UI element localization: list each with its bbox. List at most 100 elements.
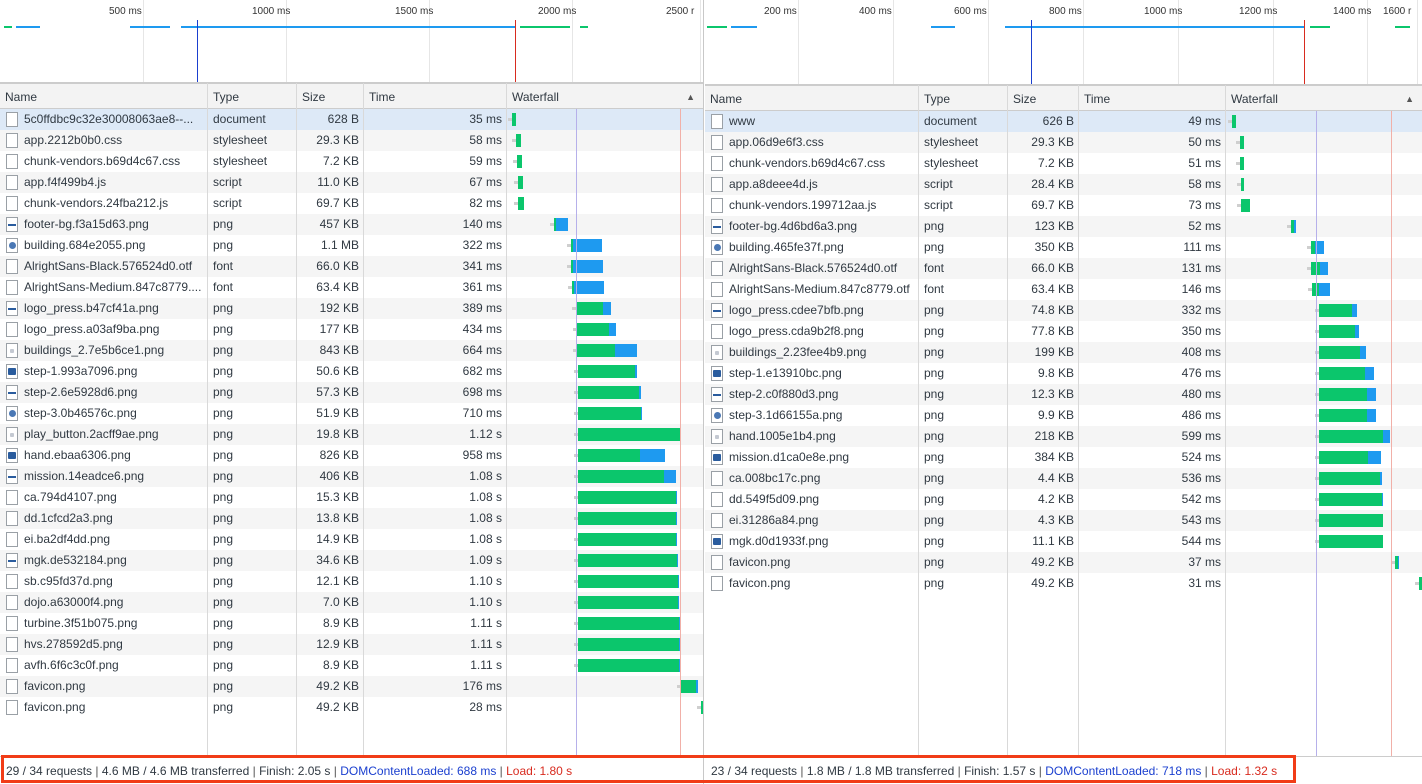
- request-row[interactable]: app.2212b0b0.css stylesheet 29.3 KB 58 ms: [0, 130, 703, 151]
- request-row[interactable]: mgk.de532184.png png 34.6 KB 1.09 s: [0, 550, 703, 571]
- waterfall-bar[interactable]: [572, 302, 611, 315]
- waterfall-bar[interactable]: [574, 386, 641, 399]
- waterfall-bar[interactable]: [514, 176, 523, 189]
- request-row[interactable]: AlrightSans-Medium.847c8779.... font 63.4 …: [0, 277, 703, 298]
- request-row[interactable]: step-3.1d66155a.png png 9.9 KB 486 ms: [705, 405, 1422, 426]
- request-row[interactable]: logo_press.cdee7bfb.png png 74.8 KB 332 ms: [705, 300, 1422, 321]
- waterfall-bar[interactable]: [573, 344, 637, 357]
- waterfall-bar[interactable]: [574, 407, 642, 420]
- column-header-name[interactable]: Name: [705, 86, 919, 110]
- request-row[interactable]: AlrightSans-Medium.847c8779.otf font 63.4 …: [705, 279, 1422, 300]
- waterfall-bar[interactable]: [574, 659, 680, 672]
- waterfall-bar[interactable]: [1307, 262, 1328, 275]
- request-row[interactable]: step-1.e13910bc.png png 9.8 KB 476 ms: [705, 363, 1422, 384]
- waterfall-bar[interactable]: [512, 134, 521, 147]
- request-row[interactable]: dd.549f5d09.png png 4.2 KB 542 ms: [705, 489, 1422, 510]
- waterfall-bar[interactable]: [1237, 178, 1244, 191]
- request-row[interactable]: play_button.2acff9ae.png png 19.8 KB 1.12 s: [0, 424, 703, 445]
- request-row[interactable]: ei.ba2df4dd.png png 14.9 KB 1.08 s: [0, 529, 703, 550]
- request-row[interactable]: favicon.png png 49.2 KB 176 ms: [0, 676, 703, 697]
- request-row[interactable]: building.465fe37f.png png 350 KB 111 ms: [705, 237, 1422, 258]
- request-row[interactable]: sb.c95fd37d.png png 12.1 KB 1.10 s: [0, 571, 703, 592]
- request-row[interactable]: AlrightSans-Black.576524d0.otf font 66.0 K…: [705, 258, 1422, 279]
- request-row[interactable]: step-1.993a7096.png png 50.6 KB 682 ms: [0, 361, 703, 382]
- column-divider[interactable]: [363, 83, 364, 756]
- request-row[interactable]: app.a8deee4d.js script 28.4 KB 58 ms: [705, 174, 1422, 195]
- request-row[interactable]: AlrightSans-Black.576524d0.otf font 66.0 K…: [0, 256, 703, 277]
- timeline-overview[interactable]: 500 ms 1000 ms 1500 ms 2000 ms 2500 r: [0, 0, 703, 83]
- column-header-name[interactable]: Name: [0, 84, 208, 108]
- column-header-size[interactable]: Size: [1008, 86, 1079, 110]
- request-row[interactable]: mission.14eadce6.png png 406 KB 1.08 s: [0, 466, 703, 487]
- waterfall-bar[interactable]: [1315, 430, 1390, 443]
- waterfall-bar[interactable]: [1236, 157, 1244, 170]
- column-divider[interactable]: [1007, 85, 1008, 756]
- request-row[interactable]: logo_press.cda9b2f8.png png 77.8 KB 350 ms: [705, 321, 1422, 342]
- request-row[interactable]: chunk-vendors.b69d4c67.css stylesheet 7.2 …: [0, 151, 703, 172]
- request-row[interactable]: hand.ebaa6306.png png 826 KB 958 ms: [0, 445, 703, 466]
- request-row[interactable]: buildings_2.23fee4b9.png png 199 KB 408 ms: [705, 342, 1422, 363]
- request-row[interactable]: chunk-vendors.199712aa.js script 69.7 KB 73…: [705, 195, 1422, 216]
- waterfall-bar[interactable]: [567, 239, 602, 252]
- request-row[interactable]: logo_press.b47cf41a.png png 192 KB 389 ms: [0, 298, 703, 319]
- waterfall-bar[interactable]: [1315, 409, 1376, 422]
- request-row[interactable]: building.684e2055.png png 1.1 MB 322 ms: [0, 235, 703, 256]
- request-row[interactable]: buildings_2.7e5b6ce1.png png 843 KB 664 ms: [0, 340, 703, 361]
- waterfall-bar[interactable]: [1237, 199, 1250, 212]
- timeline-overview[interactable]: 200 ms 400 ms 600 ms 800 ms 1000 ms 1200 ms 14…: [705, 0, 1422, 85]
- column-divider[interactable]: [506, 83, 507, 756]
- request-row[interactable]: ca.794d4107.png png 15.3 KB 1.08 s: [0, 487, 703, 508]
- waterfall-bar[interactable]: [1315, 514, 1383, 527]
- request-row[interactable]: ei.31286a84.png png 4.3 KB 543 ms: [705, 510, 1422, 531]
- waterfall-bar[interactable]: [574, 596, 679, 609]
- request-row[interactable]: step-2.6e5928d6.png png 57.3 KB 698 ms: [0, 382, 703, 403]
- waterfall-bar[interactable]: [550, 218, 568, 231]
- waterfall-bar[interactable]: [1315, 367, 1374, 380]
- sort-ascending-icon[interactable]: ▲: [686, 84, 695, 110]
- waterfall-bar[interactable]: [1315, 346, 1366, 359]
- waterfall-bar[interactable]: [1315, 535, 1383, 548]
- column-divider[interactable]: [296, 83, 297, 756]
- waterfall-bar[interactable]: [568, 281, 604, 294]
- request-row[interactable]: chunk-vendors.24fba212.js script 69.7 KB 82…: [0, 193, 703, 214]
- request-row[interactable]: favicon.png png 49.2 KB 31 ms: [705, 573, 1422, 594]
- waterfall-bar[interactable]: [567, 260, 603, 273]
- request-row[interactable]: dd.1cfcd2a3.png png 13.8 KB 1.08 s: [0, 508, 703, 529]
- request-row[interactable]: mgk.d0d1933f.png png 11.1 KB 544 ms: [705, 531, 1422, 552]
- column-header-waterfall[interactable]: Waterfall: [1226, 86, 1422, 110]
- waterfall-bar[interactable]: [574, 491, 677, 504]
- waterfall-bar[interactable]: [574, 428, 681, 441]
- request-row[interactable]: favicon.png png 49.2 KB 37 ms: [705, 552, 1422, 573]
- waterfall-bar[interactable]: [573, 323, 616, 336]
- request-row[interactable]: ca.008bc17c.png png 4.4 KB 536 ms: [705, 468, 1422, 489]
- column-divider[interactable]: [207, 83, 208, 756]
- request-row[interactable]: footer-bg.4d6bd6a3.png png 123 KB 52 ms: [705, 216, 1422, 237]
- sort-ascending-icon[interactable]: ▲: [1405, 86, 1414, 112]
- column-divider[interactable]: [918, 85, 919, 756]
- waterfall-bar[interactable]: [574, 554, 678, 567]
- request-row[interactable]: step-2.c0f880d3.png png 12.3 KB 480 ms: [705, 384, 1422, 405]
- waterfall-bar[interactable]: [1391, 556, 1399, 569]
- waterfall-bar[interactable]: [1236, 136, 1244, 149]
- column-header-waterfall[interactable]: Waterfall: [507, 84, 703, 108]
- waterfall-bar[interactable]: [574, 512, 677, 525]
- request-row[interactable]: avfh.6f6c3c0f.png png 8.9 KB 1.11 s: [0, 655, 703, 676]
- column-divider[interactable]: [1078, 85, 1079, 756]
- request-row[interactable]: footer-bg.f3a15d63.png png 457 KB 140 ms: [0, 214, 703, 235]
- waterfall-bar[interactable]: [1228, 115, 1236, 128]
- waterfall-bar[interactable]: [1315, 451, 1381, 464]
- waterfall-bar[interactable]: [1315, 472, 1382, 485]
- request-row[interactable]: step-3.0b46576c.png png 51.9 KB 710 ms: [0, 403, 703, 424]
- request-row[interactable]: logo_press.a03af9ba.png png 177 KB 434 ms: [0, 319, 703, 340]
- column-divider[interactable]: [1225, 85, 1226, 756]
- request-row[interactable]: mission.d1ca0e8e.png png 384 KB 524 ms: [705, 447, 1422, 468]
- column-header-time[interactable]: Time: [364, 84, 507, 108]
- request-row[interactable]: app.f4f499b4.js script 11.0 KB 67 ms: [0, 172, 703, 193]
- waterfall-bar[interactable]: [574, 533, 677, 546]
- waterfall-bar[interactable]: [1315, 493, 1383, 506]
- column-header-type[interactable]: Type: [208, 84, 297, 108]
- waterfall-bar[interactable]: [1415, 577, 1422, 590]
- request-row[interactable]: chunk-vendors.b69d4c67.css stylesheet 7.2 …: [705, 153, 1422, 174]
- column-header-size[interactable]: Size: [297, 84, 364, 108]
- waterfall-bar[interactable]: [508, 113, 516, 126]
